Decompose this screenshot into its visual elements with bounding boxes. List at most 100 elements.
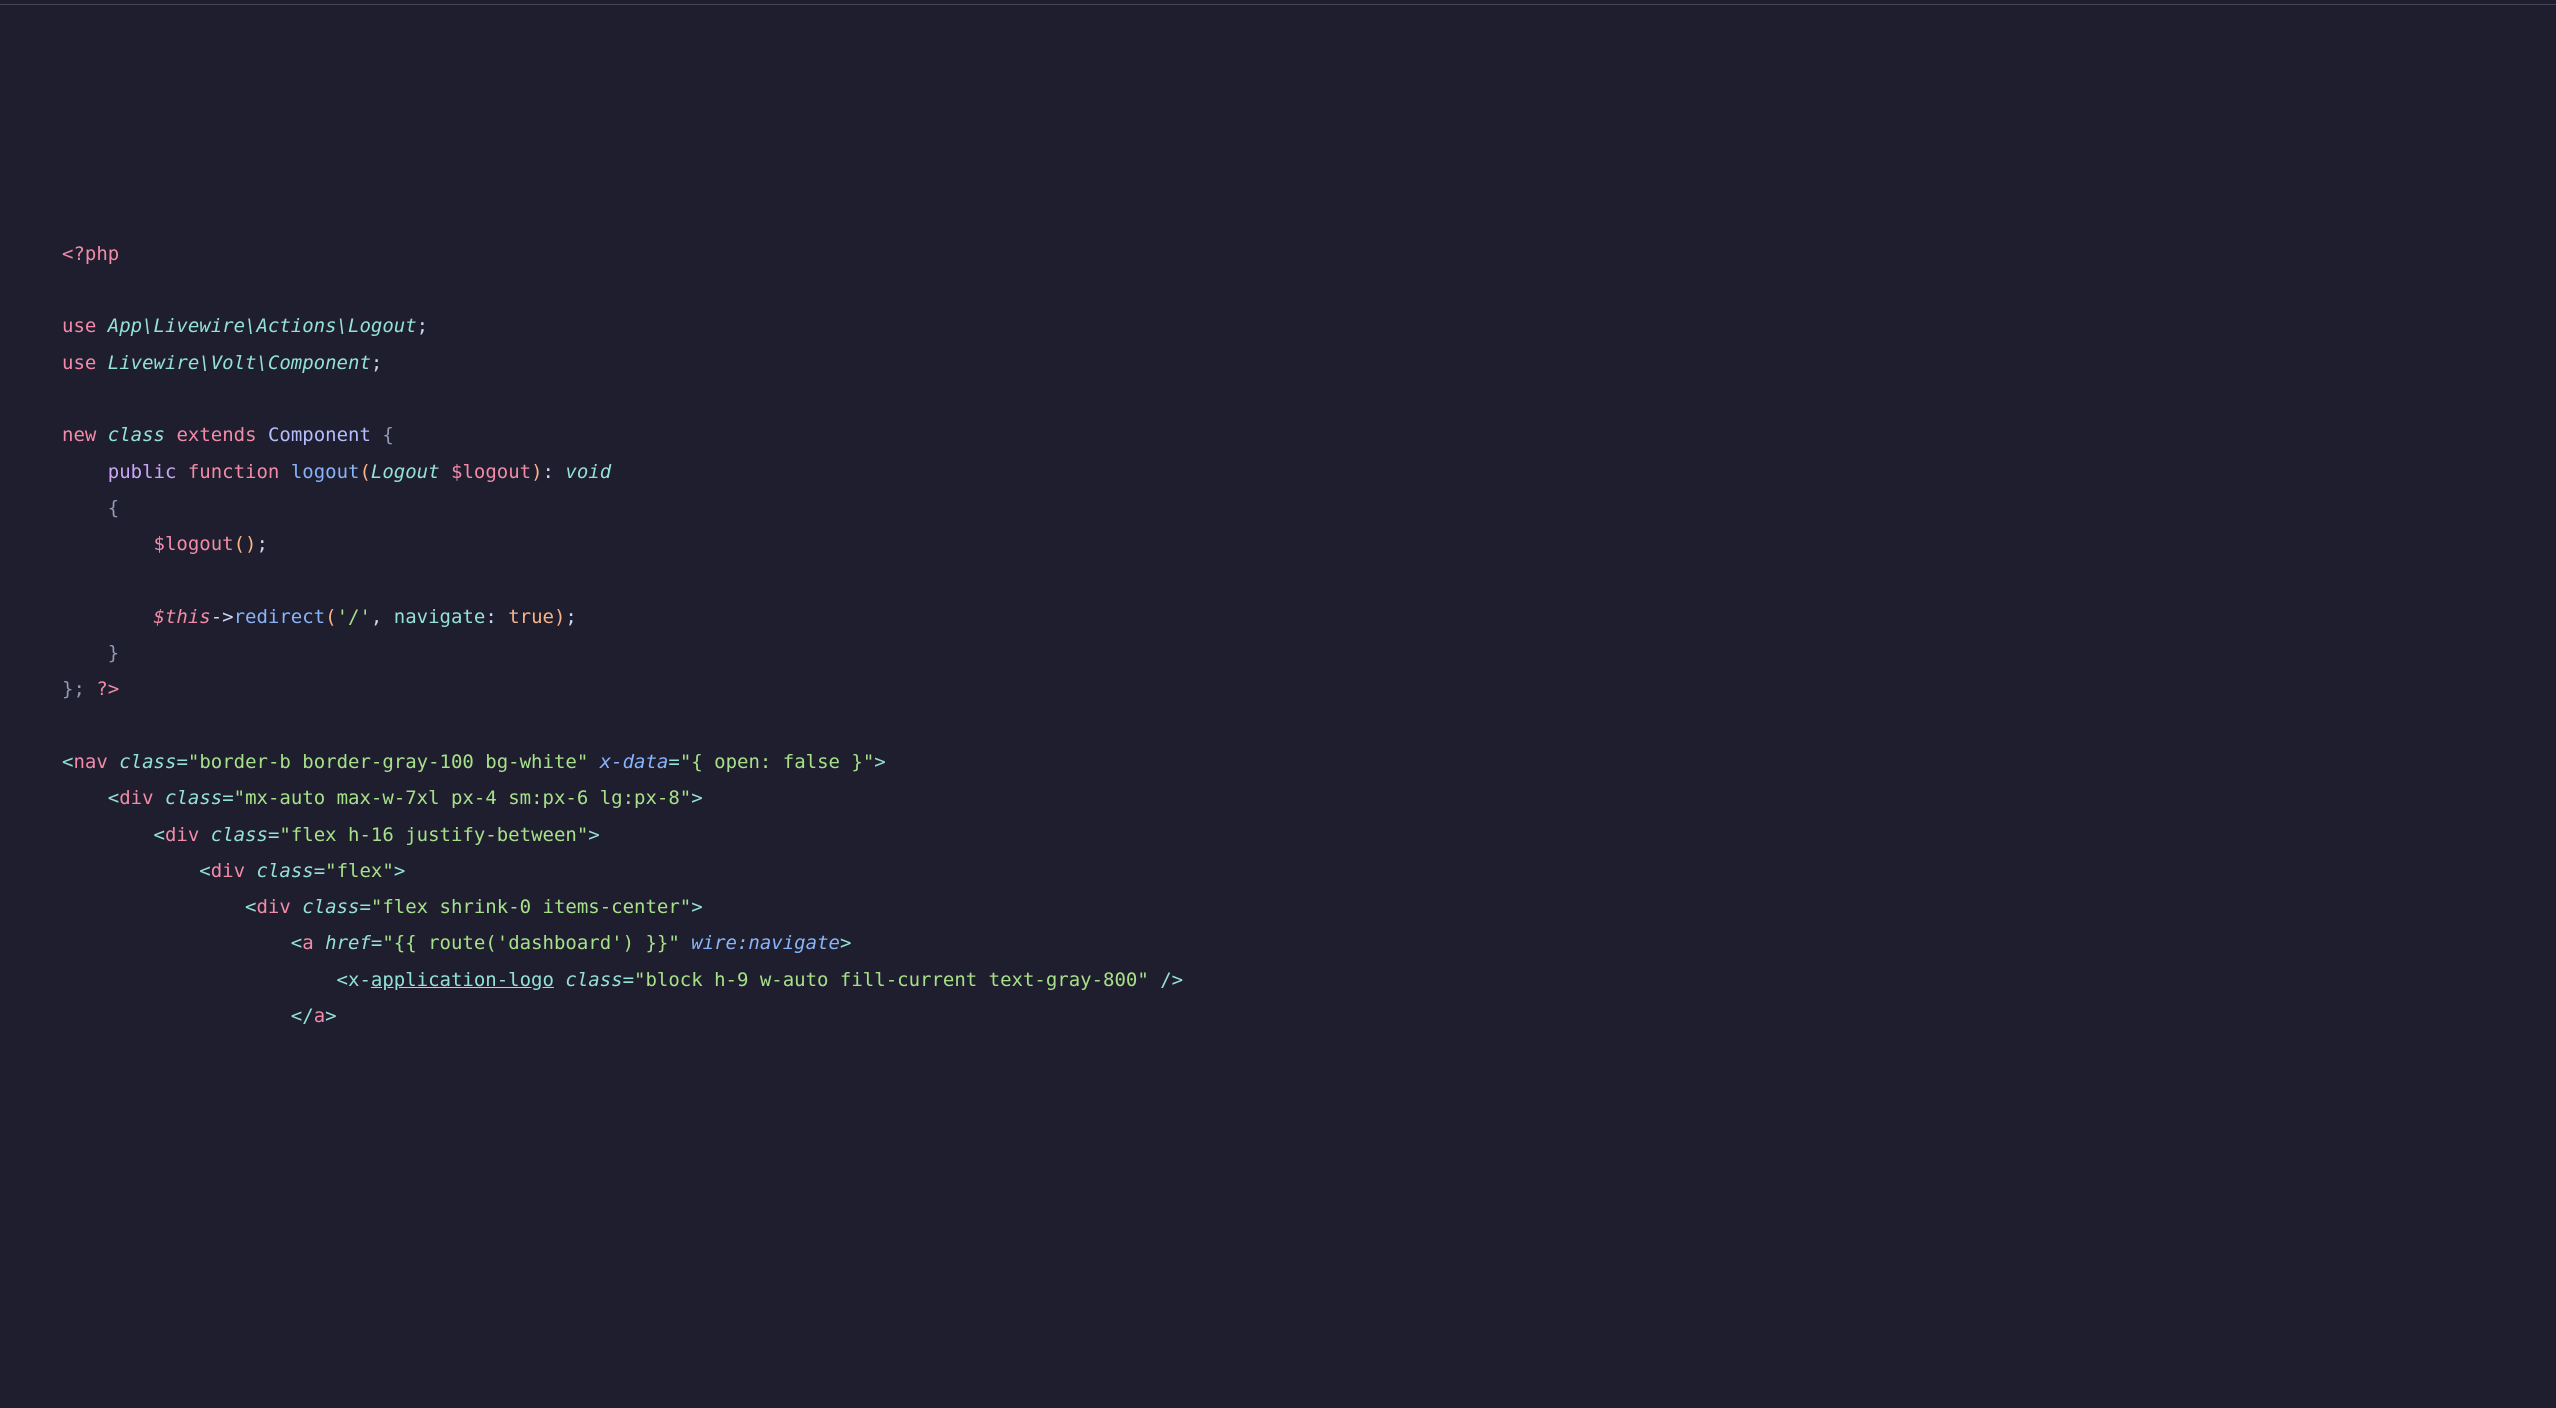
brace: }: [108, 642, 119, 664]
attr-value: "border-b border-gray-100 bg-white": [188, 751, 588, 773]
paren: ): [245, 533, 256, 555]
class-component: Component: [268, 424, 371, 446]
return-type: void: [565, 461, 611, 483]
attr-value: "{{ route('dashboard') }}": [382, 932, 679, 954]
code-line: use Livewire\Volt\Component;: [62, 345, 2556, 381]
html-attr: class: [302, 896, 359, 918]
equals: =: [222, 787, 233, 809]
keyword-new: new: [62, 424, 96, 446]
angle-bracket: >: [394, 860, 405, 882]
angle-bracket: <: [337, 969, 348, 991]
html-tag: div: [165, 824, 199, 846]
code-line: <div class="mx-auto max-w-7xl px-4 sm:px…: [62, 780, 2556, 816]
keyword-function: function: [188, 461, 280, 483]
code-line: <x-application-logo class="block h-9 w-a…: [62, 962, 2556, 998]
keyword-use: use: [62, 315, 96, 337]
html-attr: class: [565, 969, 622, 991]
html-attr: class: [119, 751, 176, 773]
code-line: <div class="flex">: [62, 853, 2556, 889]
equals: =: [371, 932, 382, 954]
angle-bracket: >: [691, 896, 702, 918]
attr-value: "flex": [325, 860, 394, 882]
php-open-tag: <?php: [62, 243, 119, 265]
type-hint: Logout: [371, 461, 440, 483]
angle-bracket: >: [691, 787, 702, 809]
php-close-tag: ?>: [96, 678, 119, 700]
brace-close: };: [62, 678, 96, 700]
html-attr: class: [211, 824, 268, 846]
html-tag: a: [314, 1005, 325, 1027]
angle-bracket: >: [874, 751, 885, 773]
code-line: [62, 272, 2556, 308]
attr-value: "block h-9 w-auto fill-current text-gray…: [634, 969, 1149, 991]
self-close: />: [1149, 969, 1183, 991]
namespace: Livewire\Volt\Component: [108, 352, 371, 374]
code-line: }; ?>: [62, 671, 2556, 707]
brace: {: [108, 497, 119, 519]
html-tag: div: [256, 896, 290, 918]
component-prefix: x-: [348, 969, 371, 991]
semicolon: ;: [371, 352, 382, 374]
semicolon: ;: [417, 315, 428, 337]
attr-value: "flex h-16 justify-between": [279, 824, 588, 846]
paren: (: [359, 461, 370, 483]
bool-true: true: [508, 606, 554, 628]
html-tag: a: [302, 932, 313, 954]
code-editor-content[interactable]: <?php use App\Livewire\Actions\Logout;us…: [62, 236, 2556, 1035]
attr-value: "mx-auto max-w-7xl px-4 sm:px-6 lg:px-8": [234, 787, 692, 809]
code-line: }: [62, 635, 2556, 671]
html-attr: href: [325, 932, 371, 954]
brace: {: [371, 424, 394, 446]
code-line: new class extends Component {: [62, 417, 2556, 453]
code-line: [62, 381, 2556, 417]
angle-bracket: <: [199, 860, 210, 882]
html-attr: class: [257, 860, 314, 882]
semicolon: ;: [565, 606, 576, 628]
equals: =: [314, 860, 325, 882]
attr-value: "flex shrink-0 items-center": [371, 896, 691, 918]
variable: $logout: [154, 533, 234, 555]
semicolon: ;: [257, 533, 268, 555]
angle-bracket: <: [291, 932, 302, 954]
code-line: <a href="{{ route('dashboard') }}" wire:…: [62, 925, 2556, 961]
keyword-public: public: [108, 461, 177, 483]
html-attr: class: [165, 787, 222, 809]
code-line: <div class="flex shrink-0 items-center">: [62, 889, 2556, 925]
variable-this: $this: [154, 606, 211, 628]
string: '/': [337, 606, 371, 628]
slash: /: [302, 1005, 313, 1027]
code-line: </a>: [62, 998, 2556, 1034]
namespace: App\Livewire\Actions\Logout: [108, 315, 417, 337]
paren: (: [234, 533, 245, 555]
html-tag: div: [119, 787, 153, 809]
html-attr: wire:navigate: [691, 932, 840, 954]
equals: =: [623, 969, 634, 991]
angle-bracket: >: [588, 824, 599, 846]
equals: =: [359, 896, 370, 918]
code-line: <?php: [62, 236, 2556, 272]
code-line: $logout();: [62, 526, 2556, 562]
code-line: <div class="flex h-16 justify-between">: [62, 817, 2556, 853]
angle-bracket: <: [154, 824, 165, 846]
arrow: ->: [211, 606, 234, 628]
paren: (: [325, 606, 336, 628]
colon: :: [543, 461, 566, 483]
component-name: application-logo: [371, 969, 554, 991]
editor-top-border: [0, 4, 2556, 5]
code-line: public function logout(Logout $logout): …: [62, 454, 2556, 490]
code-line: [62, 708, 2556, 744]
paren: ): [554, 606, 565, 628]
keyword-extends: extends: [176, 424, 256, 446]
equals: =: [176, 751, 187, 773]
angle-bracket: >: [325, 1005, 336, 1027]
code-line: $this->redirect('/', navigate: true);: [62, 599, 2556, 635]
html-tag: div: [211, 860, 245, 882]
code-line: use App\Livewire\Actions\Logout;: [62, 308, 2556, 344]
angle-bracket: <: [108, 787, 119, 809]
variable: $logout: [440, 461, 532, 483]
code-line: <nav class="border-b border-gray-100 bg-…: [62, 744, 2556, 780]
code-line: {: [62, 490, 2556, 526]
keyword-class: class: [108, 424, 165, 446]
angle-bracket: <: [291, 1005, 302, 1027]
code-line: [62, 562, 2556, 598]
